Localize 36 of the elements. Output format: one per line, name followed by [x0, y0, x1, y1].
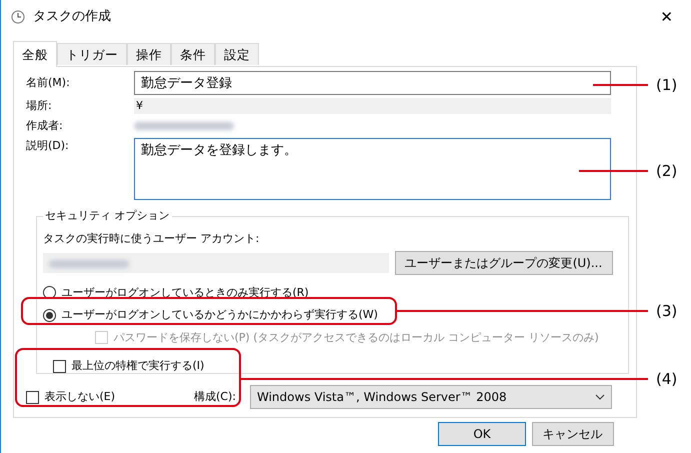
- leader-line: [579, 170, 648, 172]
- ok-button[interactable]: OK: [438, 422, 526, 446]
- clock-icon: [11, 10, 25, 24]
- checkbox[interactable]: [53, 360, 66, 373]
- window-title: タスクの作成: [33, 8, 111, 26]
- tab[interactable]: トリガー: [57, 43, 127, 65]
- checkbox-label: 最上位の特権で実行する(I): [72, 358, 204, 374]
- cancel-button[interactable]: キャンセル: [532, 422, 614, 446]
- checkbox-label: パスワードを保存しない(P) (タスクがアクセスできるのはローカル コンピューター リソースのみ): [114, 330, 599, 346]
- callout-label: (1): [656, 75, 678, 96]
- caret-icon: [595, 394, 605, 400]
- location-field: ¥: [134, 98, 611, 114]
- callout-label: (4): [656, 369, 678, 390]
- field-label: 説明(D):: [26, 138, 70, 154]
- radio-label: ユーザーがログオンしているかどうかにかかわらず実行する(W): [62, 307, 378, 323]
- field-label: 場所:: [26, 98, 53, 114]
- configure-dropdown[interactable]: Windows Vista™, Windows Server™ 2008: [250, 385, 612, 410]
- tab[interactable]: 設定: [215, 43, 259, 65]
- tab[interactable]: 全般: [13, 41, 57, 67]
- radio-button[interactable]: [43, 286, 56, 300]
- checkbox[interactable]: [26, 390, 39, 404]
- radio-button[interactable]: [43, 308, 56, 322]
- field-label: 作成者:: [26, 118, 64, 134]
- change-user-button[interactable]: ユーザーまたはグループの変更(U)...: [394, 250, 612, 274]
- name-field[interactable]: 勤怠データ登録: [134, 71, 611, 95]
- close-button[interactable]: ✕: [654, 6, 679, 28]
- callout-label: (3): [656, 301, 678, 322]
- callout-label: (2): [656, 161, 678, 182]
- tab[interactable]: 条件: [171, 43, 215, 65]
- description-field[interactable]: 勤怠データを登録します。: [134, 138, 611, 200]
- field-label: 構成(C):: [194, 389, 237, 405]
- account-label: タスクの実行時に使うユーザー アカウント:: [43, 231, 260, 248]
- tab[interactable]: 操作: [127, 43, 171, 65]
- checkbox-label: 表示しない(E): [44, 389, 116, 405]
- field-label: 名前(M):: [26, 74, 71, 91]
- leader-line: [593, 84, 648, 86]
